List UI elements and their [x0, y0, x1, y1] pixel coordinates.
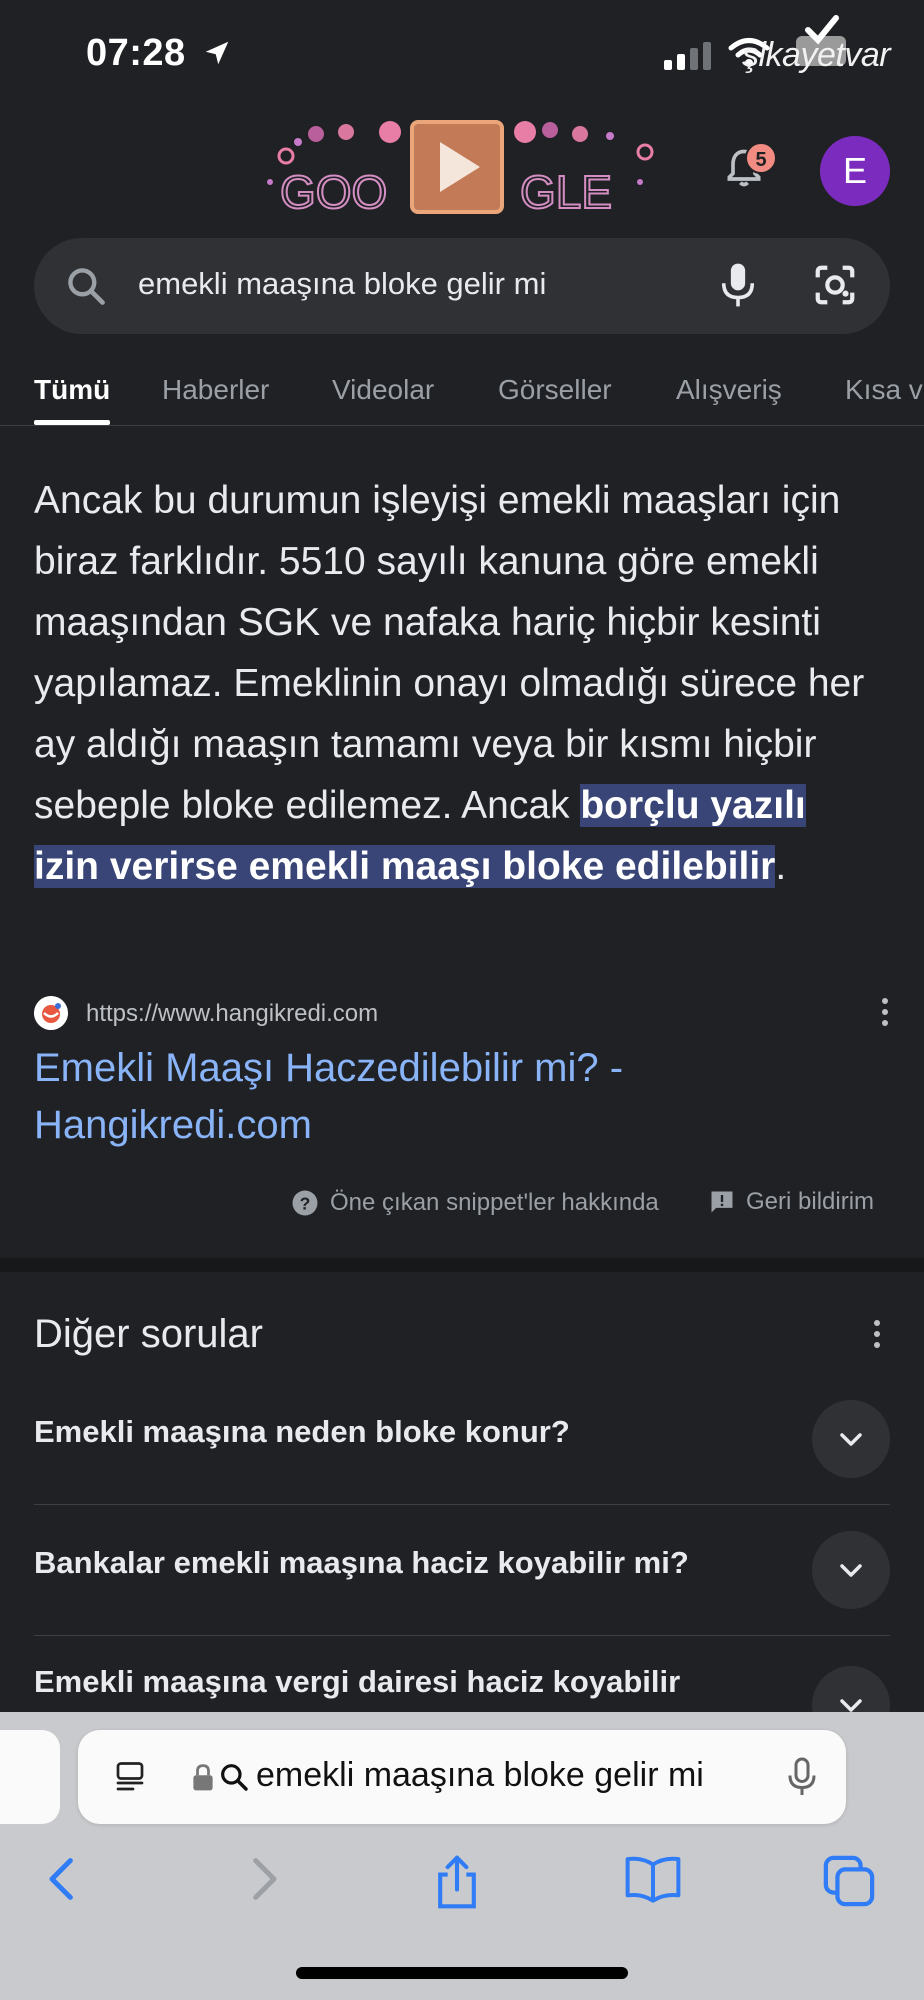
- snippet-feedback-row: ? Öne çıkan snippet'ler hakkında Geri bi…: [290, 1188, 890, 1222]
- result-source[interactable]: https://www.hangikredi.com: [34, 994, 890, 1034]
- location-arrow-icon: [205, 41, 229, 65]
- search-icon: [68, 268, 105, 305]
- tab-short-videos[interactable]: Kısa v: [845, 374, 923, 406]
- address-bar[interactable]: emekli maaşına bloke gelir mi: [78, 1730, 846, 1824]
- tab-videos[interactable]: Videolar: [332, 374, 434, 406]
- page-menu-icon[interactable]: [112, 1758, 148, 1796]
- chevron-down-icon: [840, 1564, 862, 1577]
- doodle-text-right: GLE: [520, 166, 612, 218]
- result-title-link[interactable]: Emekli Maaşı Haczedilebilir mi? - Hangik…: [34, 1040, 734, 1154]
- section-divider: [0, 1258, 924, 1272]
- voice-search-mic-icon[interactable]: [716, 260, 760, 310]
- result-url[interactable]: https://www.hangikredi.com: [86, 1000, 378, 1028]
- address-bar-text[interactable]: emekli maaşına bloke gelir mi: [256, 1756, 704, 1795]
- search-input[interactable]: emekli maaşına bloke gelir mi: [138, 266, 546, 302]
- result-more-options-icon[interactable]: [880, 998, 890, 1030]
- paa-question[interactable]: Emekli maaşına neden bloke konur?: [34, 1374, 890, 1505]
- search-icon: [221, 1764, 248, 1791]
- about-snippets-link[interactable]: ? Öne çıkan snippet'ler hakkında: [290, 1188, 659, 1218]
- tab-shopping[interactable]: Alışveriş: [676, 374, 782, 406]
- previous-tab-preview[interactable]: [0, 1730, 60, 1824]
- status-bar: 07:28 şikayetvar: [0, 0, 924, 105]
- about-snippets-label: Öne çıkan snippet'ler hakkında: [330, 1189, 659, 1216]
- active-tab-indicator: [34, 420, 110, 425]
- notification-count-badge: 5: [745, 142, 777, 174]
- svg-text:?: ?: [300, 1193, 311, 1213]
- feedback-icon: [711, 1191, 733, 1213]
- expand-chevron-button[interactable]: [812, 1400, 890, 1478]
- site-favicon-icon: [34, 996, 68, 1030]
- snippet-text: Ancak bu durumun işleyişi emekli maaşlar…: [34, 479, 865, 827]
- help-circle-icon: ?: [292, 1190, 318, 1216]
- browser-bottom-bar: emekli maaşına bloke gelir mi: [0, 1712, 924, 2000]
- feedback-link[interactable]: Geri bildirim: [708, 1188, 874, 1216]
- paa-more-options-icon[interactable]: [872, 1320, 882, 1352]
- cellular-signal-icon: [664, 42, 711, 70]
- tab-images[interactable]: Görseller: [498, 374, 612, 406]
- tabs-overview-icon[interactable]: [822, 1854, 876, 1908]
- watermark-text: şikayetvar: [742, 36, 891, 74]
- clock: 07:28: [86, 32, 186, 74]
- home-indicator: [296, 1967, 628, 1979]
- tab-all[interactable]: Tümü: [34, 374, 110, 406]
- snippet-text-end: .: [775, 845, 787, 888]
- bookmarks-book-icon[interactable]: [624, 1854, 682, 1904]
- paa-question-text: Emekli maaşına vergi dairesi haciz koyab…: [34, 1664, 681, 1699]
- feedback-label: Geri bildirim: [746, 1188, 875, 1215]
- google-doodle-logo[interactable]: GOO GLE: [250, 112, 670, 222]
- paa-question-text: Bankalar emekli maaşına haciz koyabilir …: [34, 1545, 689, 1580]
- tab-news[interactable]: Haberler: [162, 374, 269, 406]
- featured-snippet-text: Ancak bu durumun işleyişi emekli maaşlar…: [34, 470, 874, 897]
- expand-chevron-button[interactable]: [812, 1531, 890, 1609]
- chevron-down-icon: [840, 1433, 862, 1446]
- paa-question-text: Emekli maaşına neden bloke konur?: [34, 1414, 570, 1449]
- back-arrow-icon[interactable]: [42, 1854, 82, 1904]
- people-also-ask-title: Diğer sorular: [34, 1312, 263, 1356]
- google-lens-camera-icon[interactable]: [812, 262, 858, 308]
- share-icon[interactable]: [432, 1854, 482, 1910]
- account-avatar[interactable]: E: [820, 136, 890, 206]
- paa-question[interactable]: Bankalar emekli maaşına haciz koyabilir …: [34, 1505, 890, 1636]
- doodle-text-left: GOO: [280, 166, 387, 218]
- search-tabs: Tümü Haberler Videolar Görseller Alışver…: [0, 364, 924, 426]
- lock-icon: [193, 1764, 213, 1791]
- forward-arrow-icon[interactable]: [244, 1854, 284, 1904]
- address-mic-icon[interactable]: [784, 1754, 820, 1800]
- search-box[interactable]: emekli maaşına bloke gelir mi: [34, 238, 890, 334]
